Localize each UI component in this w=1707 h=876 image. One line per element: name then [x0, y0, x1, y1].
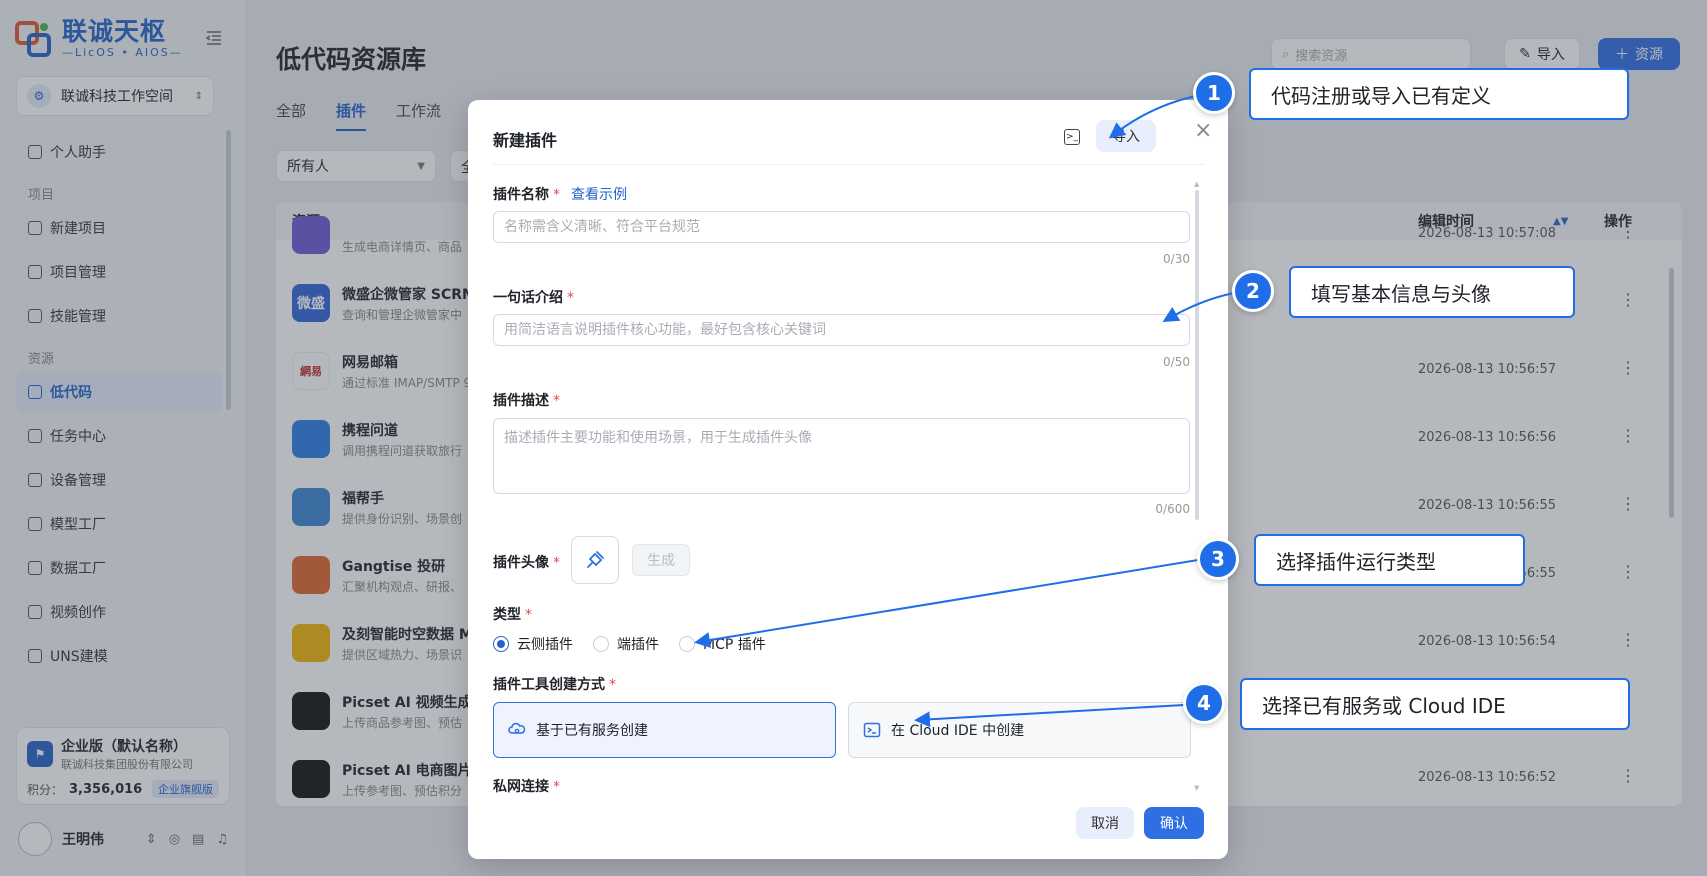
terminal-icon[interactable]: >_: [1064, 129, 1080, 145]
required-mark: *: [553, 187, 560, 203]
plugin-intro-label: 一句话介绍 *: [493, 287, 574, 307]
label-text: 类型: [493, 607, 521, 623]
radio-dot: [679, 636, 695, 652]
generate-avatar-button[interactable]: 生成: [632, 544, 690, 576]
required-mark: *: [525, 607, 532, 623]
dialog-scrollbar[interactable]: [1195, 190, 1199, 520]
label-text: 插件工具创建方式: [493, 677, 605, 693]
plugin-intro-input[interactable]: [493, 314, 1190, 346]
card-label: 基于已有服务创建: [536, 723, 648, 739]
required-mark: *: [567, 290, 574, 306]
label-text: 插件描述: [493, 393, 549, 409]
cancel-button[interactable]: 取消: [1076, 807, 1134, 839]
cloud-service-icon: [508, 722, 526, 734]
type-label: 类型 *: [493, 604, 532, 624]
label-text: 插件名称: [493, 187, 549, 203]
method-cloud-ide-card[interactable]: 在 Cloud IDE 中创建: [848, 702, 1191, 758]
creation-method-label: 插件工具创建方式 *: [493, 674, 616, 694]
plug-icon: [587, 551, 604, 568]
callout-number-2: 2: [1232, 270, 1274, 312]
new-plugin-dialog: 新建插件 >_ 导入 × ▲ ▼ 插件名称* 查看示例 0/30 一句话介绍* …: [468, 100, 1228, 859]
plugin-avatar-upload[interactable]: [571, 536, 619, 584]
label-text: 插件头像: [493, 555, 549, 571]
callout-text-4: 选择已有服务或 Cloud IDE: [1240, 678, 1630, 730]
view-example-link[interactable]: 查看示例: [571, 184, 627, 204]
dialog-import-button[interactable]: 导入: [1096, 120, 1156, 152]
radio-device-plugin[interactable]: 端插件: [593, 634, 659, 654]
radio-dot: [593, 636, 609, 652]
plugin-name-label: 插件名称 *: [493, 184, 560, 204]
callout-text-3: 选择插件运行类型: [1254, 534, 1525, 586]
callout-number-3: 3: [1197, 538, 1239, 580]
divider: [493, 164, 1205, 165]
plugin-name-count: 0/30: [1163, 252, 1190, 266]
radio-mcp-plugin[interactable]: MCP 插件: [679, 634, 766, 654]
callout-text-1: 代码注册或导入已有定义: [1249, 68, 1629, 120]
label-text: 私网连接: [493, 779, 549, 795]
label-text: 一句话介绍: [493, 290, 563, 306]
callout-text-2: 填写基本信息与头像: [1289, 266, 1575, 318]
radio-label: MCP 插件: [703, 637, 766, 653]
plugin-avatar-label: 插件头像 *: [493, 552, 560, 572]
callout-number-1: 1: [1193, 72, 1235, 114]
radio-cloud-plugin[interactable]: 云侧插件: [493, 634, 573, 654]
radio-label: 端插件: [617, 637, 659, 653]
dialog-title: 新建插件: [493, 131, 558, 150]
plugin-desc-count: 0/600: [1155, 502, 1190, 516]
plugin-desc-textarea[interactable]: [493, 418, 1190, 494]
scroll-down-icon[interactable]: ▼: [1194, 784, 1199, 792]
plugin-name-input[interactable]: [493, 211, 1190, 243]
close-icon[interactable]: ×: [1194, 118, 1212, 143]
plugin-intro-count: 0/50: [1163, 355, 1190, 369]
required-mark: *: [609, 677, 616, 693]
plugin-type-radio-group: 云侧插件 端插件 MCP 插件: [493, 634, 766, 654]
required-mark: *: [553, 779, 560, 795]
method-existing-service-card[interactable]: 基于已有服务创建: [493, 702, 836, 758]
callout-number-4: 4: [1183, 682, 1225, 724]
radio-dot: [493, 636, 509, 652]
scroll-up-icon[interactable]: ▲: [1194, 180, 1199, 188]
confirm-button[interactable]: 确认: [1144, 807, 1204, 839]
card-label: 在 Cloud IDE 中创建: [891, 723, 1025, 739]
plugin-desc-label: 插件描述 *: [493, 390, 560, 410]
required-mark: *: [553, 393, 560, 409]
private-link-label: 私网连接 *: [493, 776, 560, 796]
radio-label: 云侧插件: [517, 637, 573, 653]
terminal-icon: [863, 722, 881, 738]
required-mark: *: [553, 555, 560, 571]
